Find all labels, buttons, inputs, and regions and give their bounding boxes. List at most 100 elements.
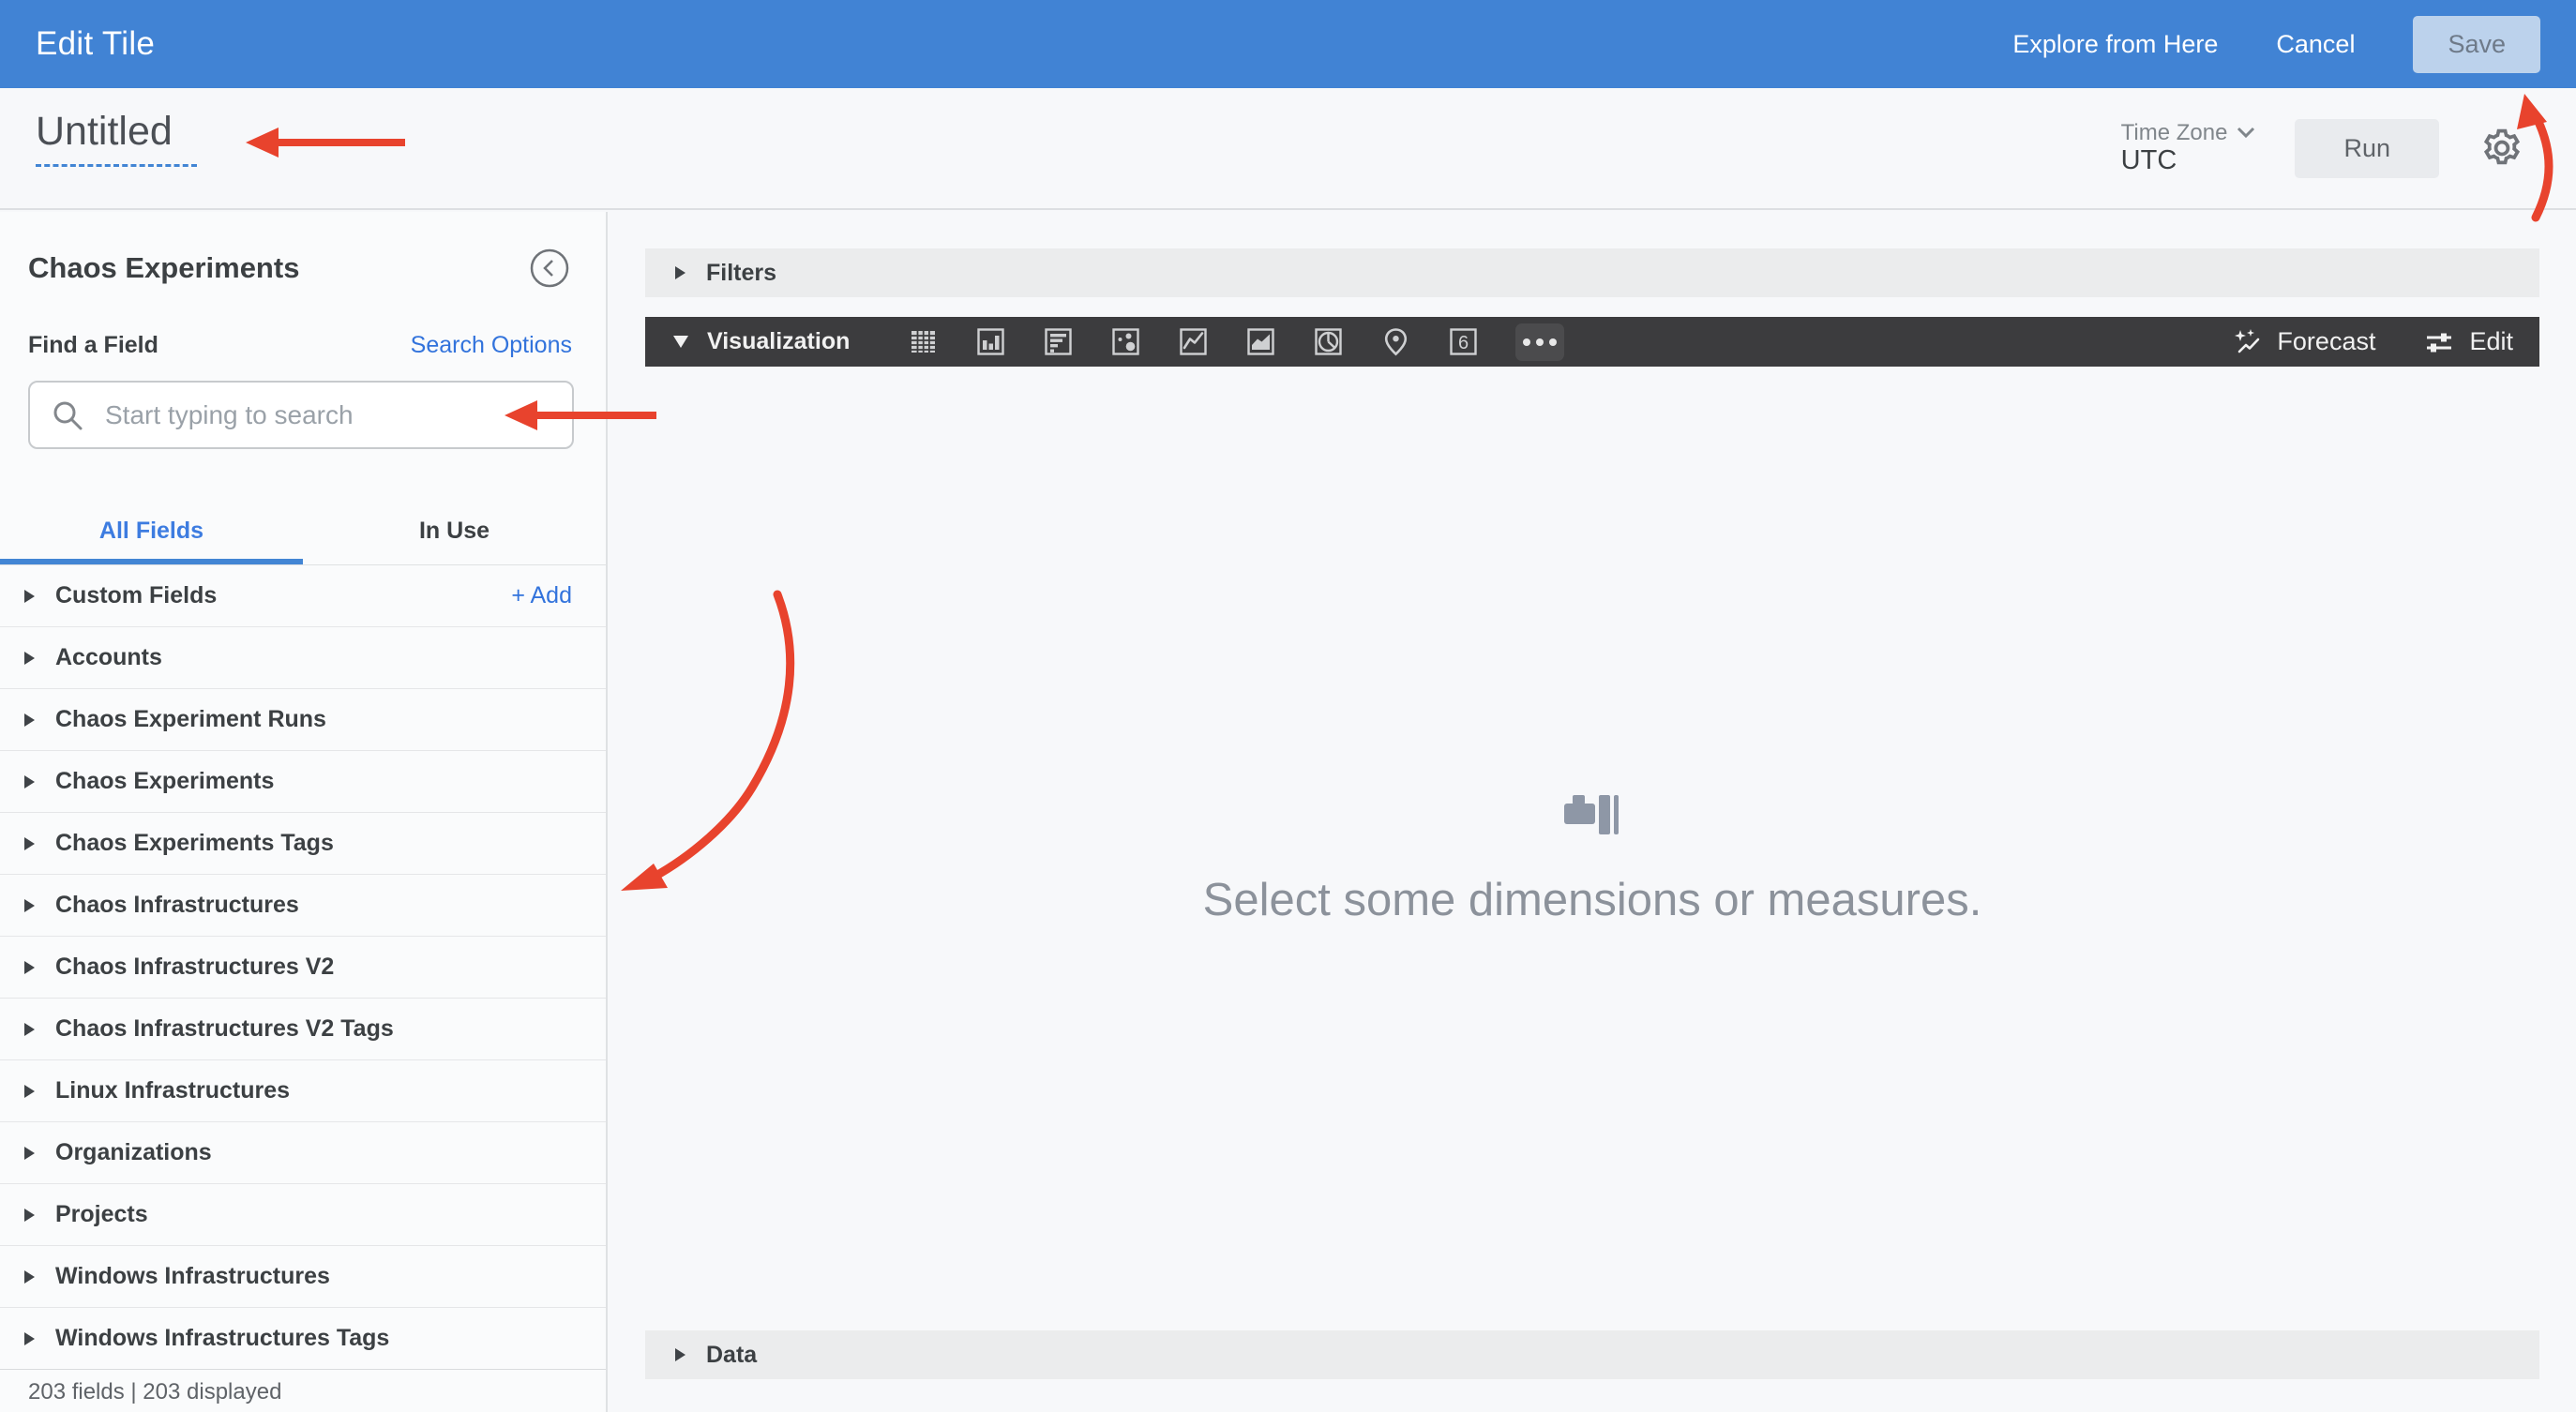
toolbar: Untitled Time Zone UTC Run xyxy=(0,88,2576,210)
caret-right-icon xyxy=(24,713,35,727)
explore-main-area: Filters Visualization 6 Forecast Edit Se… xyxy=(610,212,2576,1412)
caret-right-icon xyxy=(24,1331,35,1345)
caret-right-icon xyxy=(24,836,35,850)
field-group-row[interactable]: Linux Infrastructures xyxy=(0,1060,606,1122)
viz-table-icon[interactable] xyxy=(908,326,939,357)
caret-right-icon xyxy=(675,266,685,279)
field-group-row[interactable]: Chaos Infrastructures V2 xyxy=(0,937,606,999)
field-group-label: Chaos Experiment Runs xyxy=(55,706,326,732)
data-label: Data xyxy=(706,1341,758,1368)
explore-from-here-button[interactable]: Explore from Here xyxy=(2012,30,2218,59)
custom-fields-label: Custom Fields xyxy=(55,582,218,608)
visualization-label: Visualization xyxy=(707,328,851,354)
filters-label: Filters xyxy=(706,259,777,286)
edit-label: Edit xyxy=(2469,327,2513,355)
field-group-label: Chaos Experiments Tags xyxy=(55,830,334,856)
find-a-field-label: Find a Field xyxy=(28,332,158,358)
header-actions: Explore from Here Cancel Save xyxy=(2012,15,2540,73)
explore-title: Chaos Experiments xyxy=(28,251,300,284)
field-group-list: Custom Fields + Add Accounts Chaos Exper… xyxy=(0,565,606,1370)
field-group-label: Organizations xyxy=(55,1139,212,1165)
caret-right-icon xyxy=(24,589,35,603)
flashlight-icon xyxy=(1564,795,1619,834)
field-group-row[interactable]: Chaos Experiments Tags xyxy=(0,813,606,875)
tab-all-fields[interactable]: All Fields xyxy=(0,493,303,564)
field-count-text: 203 fields | 203 displayed xyxy=(28,1379,282,1404)
edit-visualization-button[interactable]: Edit xyxy=(2424,327,2513,357)
toolbar-right: Time Zone UTC Run xyxy=(2121,88,2525,208)
field-group-row[interactable]: Organizations xyxy=(0,1122,606,1184)
viz-column-chart-icon[interactable] xyxy=(975,326,1006,357)
viz-scatter-plot-icon[interactable] xyxy=(1110,326,1141,357)
viz-empty-state: Select some dimensions or measures. xyxy=(645,793,2539,926)
field-group-row[interactable]: Projects xyxy=(0,1184,606,1246)
field-group-row[interactable]: Chaos Experiments xyxy=(0,751,606,813)
save-button[interactable]: Save xyxy=(2413,15,2540,73)
field-count-footer: 203 fields | 203 displayed xyxy=(0,1369,606,1412)
caret-right-icon xyxy=(24,651,35,665)
field-group-label: Projects xyxy=(55,1201,148,1227)
settings-gear-icon[interactable] xyxy=(2478,125,2525,172)
field-group-row[interactable]: Accounts xyxy=(0,627,606,689)
field-search-box[interactable] xyxy=(28,381,574,449)
field-group-row[interactable]: Windows Infrastructures xyxy=(0,1246,606,1308)
field-group-label: Accounts xyxy=(55,644,162,670)
forecast-label: Forecast xyxy=(2277,327,2376,355)
custom-fields-row[interactable]: Custom Fields + Add xyxy=(0,565,606,627)
field-group-label: Windows Infrastructures Tags xyxy=(55,1325,390,1351)
field-group-row[interactable]: Chaos Infrastructures xyxy=(0,875,606,937)
field-group-label: Chaos Experiments xyxy=(55,768,275,794)
caret-right-icon xyxy=(24,1208,35,1222)
search-options-link[interactable]: Search Options xyxy=(411,332,572,359)
field-group-label: Chaos Infrastructures V2 xyxy=(55,954,335,980)
caret-right-icon xyxy=(24,1084,35,1098)
visualization-panel-header[interactable]: Visualization 6 Forecast Edit xyxy=(645,317,2539,367)
caret-right-icon xyxy=(24,774,35,789)
field-group-label: Chaos Infrastructures V2 Tags xyxy=(55,1015,394,1042)
caret-right-icon xyxy=(675,1348,685,1361)
forecast-sparkle-icon xyxy=(2235,328,2260,353)
field-group-row[interactable]: Windows Infrastructures Tags xyxy=(0,1308,606,1370)
caret-right-icon xyxy=(24,1269,35,1284)
empty-state-message: Select some dimensions or measures. xyxy=(1202,875,1982,925)
caret-right-icon xyxy=(24,898,35,912)
tile-title-input[interactable]: Untitled xyxy=(36,109,197,167)
tune-sliders-icon xyxy=(2427,333,2452,352)
chevron-left-circle-icon xyxy=(530,248,569,288)
svg-text:6: 6 xyxy=(1458,333,1469,353)
forecast-button[interactable]: Forecast xyxy=(2232,327,2375,357)
timezone-value: UTC xyxy=(2120,145,2177,176)
chevron-down-icon xyxy=(2237,127,2255,138)
data-panel-header[interactable]: Data xyxy=(645,1330,2539,1379)
app-header: Edit Tile Explore from Here Cancel Save xyxy=(0,0,2576,88)
field-search-input[interactable] xyxy=(105,399,551,430)
cancel-button[interactable]: Cancel xyxy=(2276,30,2355,59)
viz-type-picker: 6 xyxy=(908,317,1564,367)
caret-right-icon xyxy=(24,1146,35,1160)
filters-panel-header[interactable]: Filters xyxy=(645,248,2539,297)
timezone-selector[interactable]: Time Zone UTC xyxy=(2121,120,2256,177)
collapse-sidebar-button[interactable] xyxy=(529,248,570,289)
field-group-row[interactable]: Chaos Experiment Runs xyxy=(0,689,606,751)
caret-right-icon xyxy=(24,960,35,974)
caret-right-icon xyxy=(24,1022,35,1036)
tab-in-use[interactable]: In Use xyxy=(303,493,606,564)
viz-more-options-icon[interactable] xyxy=(1515,323,1564,361)
viz-line-chart-icon[interactable] xyxy=(1178,326,1209,357)
timezone-label: Time Zone xyxy=(2120,119,2228,145)
viz-area-chart-icon[interactable] xyxy=(1245,326,1276,357)
run-button[interactable]: Run xyxy=(2295,118,2439,178)
viz-map-icon[interactable] xyxy=(1380,326,1411,357)
caret-down-icon xyxy=(673,336,688,348)
field-group-label: Windows Infrastructures xyxy=(55,1263,330,1289)
viz-bar-chart-icon[interactable] xyxy=(1043,326,1074,357)
add-custom-field-button[interactable]: + Add xyxy=(511,582,572,609)
field-group-row[interactable]: Chaos Infrastructures V2 Tags xyxy=(0,999,606,1060)
viz-single-value-icon[interactable]: 6 xyxy=(1448,326,1479,357)
field-group-label: Linux Infrastructures xyxy=(55,1077,291,1104)
viz-pie-chart-icon[interactable] xyxy=(1313,326,1344,357)
viz-toolbar-right: Forecast Edit xyxy=(2232,317,2513,367)
field-group-label: Chaos Infrastructures xyxy=(55,892,299,918)
field-picker-sidebar: Chaos Experiments Find a Field Search Op… xyxy=(0,212,608,1412)
search-icon xyxy=(53,401,83,429)
